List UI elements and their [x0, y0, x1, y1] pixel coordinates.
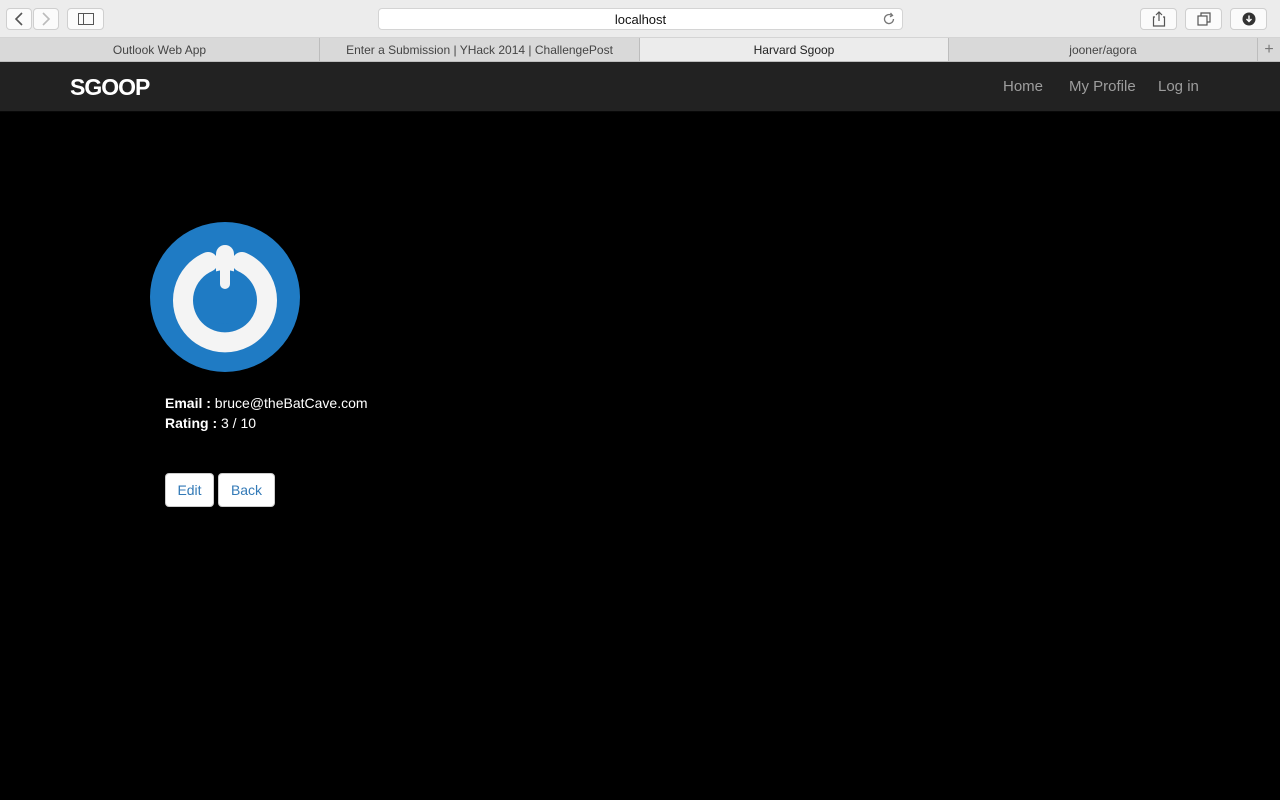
sidebar-icon — [77, 13, 94, 25]
profile-info: Email : bruce@theBatCave.com Rating : 3 … — [165, 393, 368, 433]
email-label: Email : — [165, 395, 211, 411]
tabs-overview-button[interactable] — [1185, 8, 1222, 30]
share-icon — [1152, 11, 1165, 27]
sidebar-toggle-button[interactable] — [67, 8, 104, 30]
tabs-icon — [1196, 12, 1211, 26]
chevron-right-icon — [42, 12, 51, 26]
brand-logo[interactable]: SGOOP — [70, 74, 150, 101]
nav-login-link[interactable]: Log in — [1158, 78, 1199, 95]
email-value: bruce@theBatCave.com — [214, 395, 368, 411]
nav-my-profile-link[interactable]: My Profile — [1069, 78, 1136, 95]
address-bar[interactable]: localhost — [378, 8, 903, 30]
profile-avatar — [150, 222, 300, 372]
chevron-left-icon — [14, 12, 23, 26]
rating-row: Rating : 3 / 10 — [165, 413, 368, 433]
download-icon — [1242, 12, 1255, 26]
tab-outlook[interactable]: Outlook Web App — [0, 38, 320, 61]
reload-icon[interactable] — [882, 12, 896, 26]
edit-button[interactable]: Edit — [165, 473, 214, 507]
browser-tab-bar: Outlook Web App Enter a Submission | YHa… — [0, 38, 1280, 62]
tab-harvard-sgoop[interactable]: Harvard Sgoop — [640, 38, 949, 61]
tab-jooner-agora[interactable]: jooner/agora — [949, 38, 1258, 61]
downloads-button[interactable] — [1230, 8, 1267, 30]
site-navbar: SGOOP Home My Profile Log in — [0, 62, 1280, 112]
share-button[interactable] — [1140, 8, 1177, 30]
rating-label: Rating : — [165, 415, 218, 431]
new-tab-button[interactable]: + — [1258, 38, 1280, 61]
tab-yhack[interactable]: Enter a Submission | YHack 2014 | Challe… — [320, 38, 640, 61]
back-button[interactable]: Back — [218, 473, 275, 507]
url-text: localhost — [614, 11, 667, 27]
forward-nav-button[interactable] — [33, 8, 59, 30]
nav-home-link[interactable]: Home — [1003, 78, 1043, 95]
rating-value: 3 / 10 — [221, 415, 257, 431]
email-row: Email : bruce@theBatCave.com — [165, 393, 368, 413]
back-nav-button[interactable] — [6, 8, 32, 30]
browser-toolbar: localhost — [0, 0, 1280, 38]
